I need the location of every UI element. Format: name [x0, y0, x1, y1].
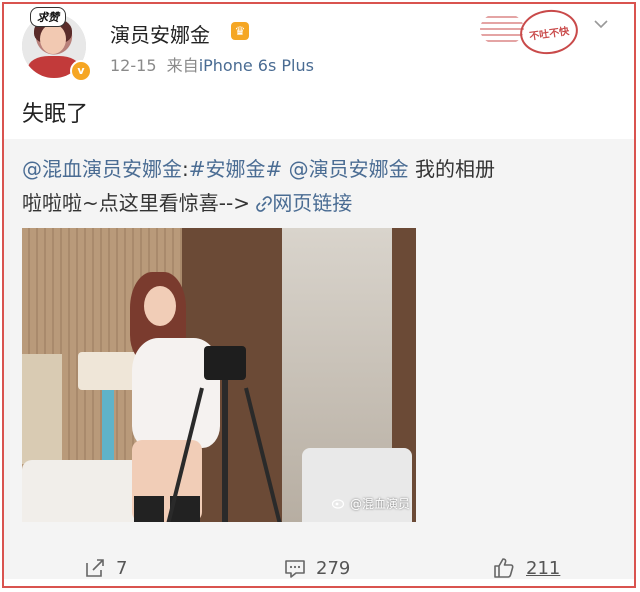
repost-line-2: 啦啦啦~点这里看惊喜--> 网页链接: [22, 186, 582, 220]
status-text: 失眠了: [22, 102, 89, 127]
lamp-base: [102, 390, 114, 460]
verified-icon: v: [70, 60, 92, 82]
colon-separator: :: [182, 157, 189, 181]
watermark-text: @混血演员: [349, 497, 410, 511]
post-image[interactable]: @混血演员: [22, 228, 416, 522]
avatar-badge: 求赞: [30, 7, 66, 27]
author-name[interactable]: 演员安娜金: [110, 19, 210, 48]
lamp-shade: [78, 352, 138, 390]
avatar-face: [40, 24, 66, 54]
like-button[interactable]: 211: [492, 554, 560, 582]
like-count: 211: [526, 557, 561, 579]
forward-icon: [86, 559, 104, 577]
forward-button[interactable]: 7: [84, 554, 127, 582]
comment-button[interactable]: 279: [284, 554, 350, 582]
repost-line-2-text: 啦啦啦~点这里看惊喜-->: [22, 191, 257, 215]
comment-count: 279: [316, 557, 351, 579]
image-watermark: @混血演员: [332, 495, 410, 512]
mention-link[interactable]: @混血演员安娜金: [22, 157, 182, 181]
web-link[interactable]: 网页链接: [256, 191, 352, 215]
weibo-icon: [332, 499, 345, 509]
person-face: [144, 286, 176, 326]
tripod-center: [222, 378, 228, 522]
web-link-label: 网页链接: [272, 191, 353, 215]
camera: [204, 346, 246, 380]
topic-link[interactable]: #安娜金#: [189, 157, 283, 181]
headboard: [22, 354, 62, 464]
source-prefix: 来自: [166, 56, 199, 75]
stamp-lines-decoration: [480, 12, 524, 46]
post-meta: 12-15 来自iPhone 6s Plus: [110, 52, 314, 76]
source-device[interactable]: iPhone 6s Plus: [199, 56, 314, 75]
post-timestamp: 12-15: [110, 56, 157, 75]
mention-link-2[interactable]: @演员安娜金: [289, 157, 409, 181]
repost-line-1-rest: 我的相册: [408, 157, 495, 181]
stocking-left: [134, 496, 164, 522]
comment-icon: [285, 560, 305, 578]
action-bar: 7 279 211: [4, 548, 634, 588]
link-icon: [256, 196, 273, 212]
thumbs-up-icon: [494, 558, 514, 578]
repost-line-1: @混血演员安娜金:#安娜金# @演员安娜金 我的相册: [22, 152, 582, 186]
member-crown-icon[interactable]: ♛: [231, 22, 249, 40]
repost-text: @混血演员安娜金:#安娜金# @演员安娜金 我的相册 啦啦啦~点这里看惊喜-->…: [22, 152, 582, 220]
forward-count: 7: [116, 557, 128, 579]
chevron-down-icon[interactable]: [593, 16, 609, 32]
